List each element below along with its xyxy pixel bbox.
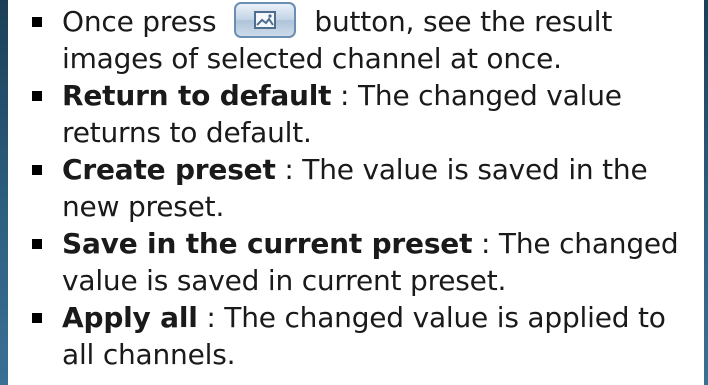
image-icon — [254, 11, 277, 29]
bullet-item-create-preset: Create preset : The value is saved in th… — [0, 151, 708, 225]
bullet-marker — [32, 17, 42, 27]
bullet-item-save-current-preset: Save in the current preset : The changed… — [0, 225, 708, 299]
preview-image-button[interactable] — [234, 2, 297, 38]
bullet-marker — [32, 313, 42, 323]
term-apply-all: Apply all — [62, 301, 198, 334]
bullet-item-preview: Once press button, see the result images… — [0, 0, 708, 77]
bullet-marker — [32, 91, 42, 101]
bullet-list: Once press button, see the result images… — [0, 0, 708, 373]
term-return-to-default: Return to default — [62, 79, 332, 112]
bullet-text-pre: Once press — [62, 5, 217, 38]
bullet-item-apply-all: Apply all : The changed value is applied… — [0, 299, 708, 373]
term-create-preset: Create preset — [62, 153, 276, 186]
bullet-marker — [32, 239, 42, 249]
bullet-marker — [32, 165, 42, 175]
bullet-item-return-to-default: Return to default : The changed value re… — [0, 77, 708, 151]
term-save-current-preset: Save in the current preset — [62, 227, 473, 260]
